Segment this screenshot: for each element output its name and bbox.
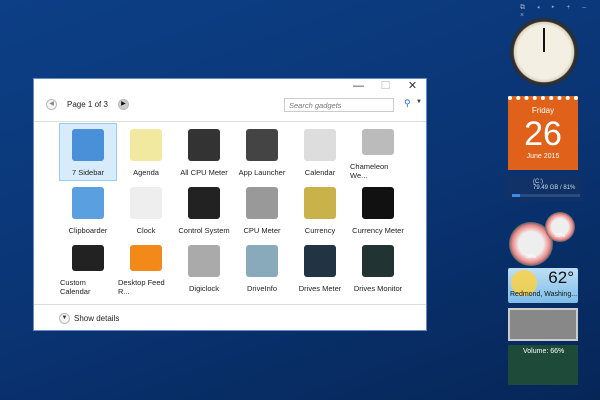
gadget-icon xyxy=(72,245,104,271)
gadget-item[interactable]: Currency Meter xyxy=(349,181,407,239)
gadget-label: Agenda xyxy=(133,168,159,177)
gadget-label: Currency Meter xyxy=(352,226,404,235)
gadgets-window: — ☐ ✕ ◀ Page 1 of 3 ▶ Search gadgets ⚲ ▼… xyxy=(33,78,427,331)
search-input[interactable]: Search gadgets xyxy=(284,98,394,112)
ram-value: 53% xyxy=(554,233,565,239)
calendar-date: 26 xyxy=(524,115,562,153)
gadget-icon xyxy=(362,245,394,277)
gadget-icon xyxy=(362,129,394,155)
gadget-label: Custom Calendar xyxy=(60,278,91,296)
gadget-label: Drives Meter xyxy=(298,284,342,293)
prev-page-button[interactable]: ◀ xyxy=(46,99,57,110)
gadget-item[interactable]: Digiclock xyxy=(175,239,233,297)
next-page-button[interactable]: ▶ xyxy=(117,99,129,110)
clock-gadget[interactable] xyxy=(510,18,578,86)
temperature: 62° xyxy=(548,268,574,287)
drive-usage-bar xyxy=(512,194,580,197)
gadget-icon xyxy=(304,187,336,219)
gadget-item[interactable]: Calendar xyxy=(291,123,349,181)
gadget-label: Clipboarder xyxy=(68,226,108,235)
gadget-icon xyxy=(188,187,220,219)
calendar-month: June 2015 xyxy=(526,153,560,160)
chevron-down-icon[interactable]: ▼ xyxy=(59,313,70,324)
drive-info: 79.49 GB / 81% xyxy=(533,185,576,191)
gadget-icon xyxy=(130,187,162,219)
gadget-icon xyxy=(246,129,278,161)
gadget-label: Control System xyxy=(178,226,230,235)
maximize-button[interactable]: ☐ xyxy=(372,79,399,95)
gadget-item[interactable]: Desktop Feed R... xyxy=(117,239,175,297)
gadget-icon xyxy=(304,245,336,277)
volume-gadget[interactable]: Volume: 66% xyxy=(508,345,578,385)
cpu-value: 00% xyxy=(525,254,536,260)
gadget-label: App Launcher xyxy=(238,168,286,177)
gadget-icon xyxy=(246,245,278,277)
gadget-icon xyxy=(188,245,220,277)
gadget-label: DriveInfo xyxy=(246,284,277,293)
gadget-item[interactable]: Clipboarder xyxy=(59,181,117,239)
gadget-label: Chameleon We... xyxy=(350,162,389,180)
gadget-label: Drives Monitor xyxy=(353,284,403,293)
close-button[interactable]: ✕ xyxy=(399,79,426,95)
pager: ◀ Page 1 of 3 ▶ xyxy=(46,99,129,110)
gadget-item[interactable]: Clock xyxy=(117,181,175,239)
gadget-icon xyxy=(188,129,220,161)
gadget-icon xyxy=(130,245,162,271)
gadget-item[interactable]: DriveInfo xyxy=(233,239,291,297)
gadget-grid: 7 Sidebar Agenda All CPU Meter App Launcher… xyxy=(59,123,407,297)
gadget-item[interactable]: Agenda xyxy=(117,123,175,181)
ram-gauge[interactable]: 53% xyxy=(545,212,575,242)
gadget-item[interactable]: Drives Monitor xyxy=(349,239,407,297)
drive-gadget[interactable]: (C:) 79.49 GB / 81% xyxy=(505,175,583,201)
page-label: Page 1 of 3 xyxy=(67,100,108,109)
gadget-icon xyxy=(72,129,104,161)
gadget-icon xyxy=(362,187,394,219)
gadget-item[interactable]: All CPU Meter xyxy=(175,123,233,181)
gadget-icon xyxy=(72,187,104,219)
title-bar-controls: — ☐ ✕ xyxy=(345,79,426,95)
calendar-gadget[interactable]: Friday 26 June 2015 xyxy=(508,96,578,170)
gadget-icon xyxy=(246,187,278,219)
divider xyxy=(34,121,426,122)
gadget-icon xyxy=(304,129,336,161)
gadget-label: Digiclock xyxy=(188,284,219,293)
gadget-label: Calendar xyxy=(304,168,336,177)
gadget-item[interactable]: App Launcher xyxy=(233,123,291,181)
volume-label: Volume: 66% xyxy=(523,348,565,355)
minimize-button[interactable]: — xyxy=(345,79,372,95)
weather-gadget[interactable]: 62° Redmond, Washing... xyxy=(508,268,578,303)
gadget-label: CPU Meter xyxy=(243,226,281,235)
show-details-label: Show details xyxy=(74,314,120,323)
gadget-item[interactable]: Currency xyxy=(291,181,349,239)
network-graph-gadget[interactable] xyxy=(508,308,578,341)
gadget-item[interactable]: Custom Calendar xyxy=(59,239,117,297)
gadget-label: Clock xyxy=(136,226,156,235)
gadget-label: All CPU Meter xyxy=(180,168,228,177)
gadget-item[interactable]: CPU Meter xyxy=(233,181,291,239)
gadget-label: 7 Sidebar xyxy=(71,168,105,177)
calendar-day: Friday xyxy=(531,106,555,115)
gadget-icon xyxy=(130,129,162,161)
city: Redmond, Washing... xyxy=(510,291,578,298)
sidebar-controls[interactable]: ⧉ ◂ ▸ + – × xyxy=(520,4,600,19)
dropdown-arrow-icon[interactable]: ▼ xyxy=(416,99,422,105)
gadget-label: Desktop Feed R... xyxy=(118,278,165,296)
gadget-label: Currency xyxy=(304,226,336,235)
gadget-item[interactable]: 7 Sidebar xyxy=(59,123,117,181)
gadget-item[interactable]: Drives Meter xyxy=(291,239,349,297)
drive-usage-fill xyxy=(512,194,521,197)
gadget-item[interactable]: Chameleon We... xyxy=(349,123,407,181)
show-details-toggle[interactable]: ▼ Show details xyxy=(34,304,426,324)
gadget-item[interactable]: Control System xyxy=(175,181,233,239)
search-icon[interactable]: ⚲ xyxy=(404,98,411,109)
